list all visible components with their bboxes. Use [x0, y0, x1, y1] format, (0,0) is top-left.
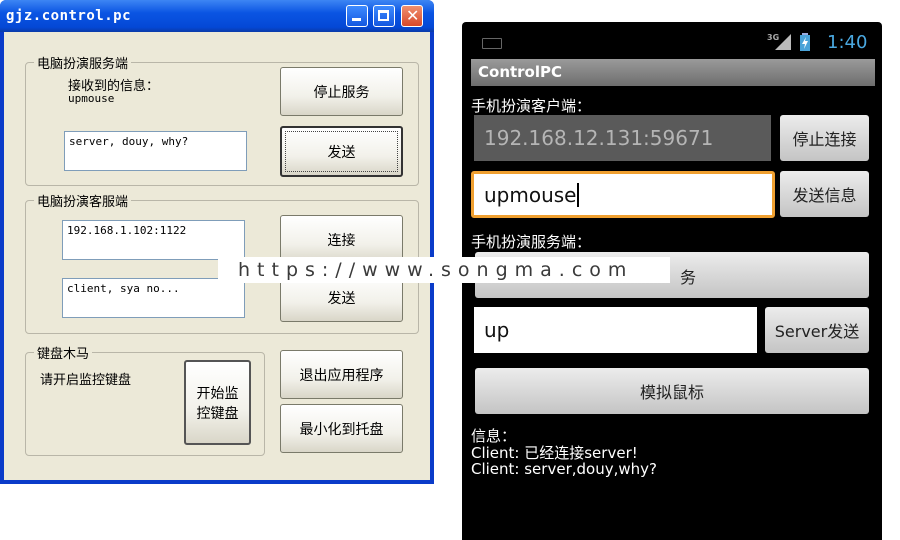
server-message-field[interactable]: up [474, 307, 757, 353]
client-section-label: 手机扮演客户端： [471, 97, 592, 115]
received-value: upmouse [68, 92, 115, 105]
status-bar: 3G 1:40 [462, 22, 882, 60]
signal-icon [775, 34, 791, 50]
clock: 1:40 [827, 32, 868, 53]
server-group-label: 电脑扮演服务端 [34, 53, 132, 72]
page-margin [882, 22, 900, 540]
client-group-label: 电脑扮演客服端 [34, 191, 132, 210]
minimize-icon [352, 18, 361, 21]
start-monitor-line2: 控键盘 [196, 405, 239, 422]
close-button[interactable]: ✕ [401, 5, 423, 27]
address-field[interactable]: 192.168.1.102:1122 [62, 220, 245, 260]
phone-address-field[interactable]: 192.168.12.131:59671 [474, 115, 771, 161]
server-section-label: 手机扮演服务端： [471, 233, 592, 251]
server-send-button[interactable]: 发送 [280, 126, 403, 177]
watermark: https://www.songma.com [218, 257, 670, 283]
keyboard-group-label: 键盘木马 [34, 343, 93, 362]
keyboard-hint: 请开启监控键盘 [40, 373, 132, 388]
app-title: ControlPC [478, 63, 563, 81]
window-client-area: 电脑扮演服务端 接收到的信息： upmouse server, douy, wh… [4, 32, 430, 480]
stop-service-button[interactable]: 停止服务 [280, 67, 403, 116]
stop-connect-button[interactable]: 停止连接 [780, 115, 869, 161]
service-button-label: 务 [680, 268, 697, 287]
keyboard-notification-icon [482, 38, 502, 49]
close-icon: ✕ [406, 6, 420, 25]
phone-message-value: upmouse [484, 182, 577, 207]
server-send-button[interactable]: Server发送 [765, 307, 869, 353]
start-monitor-line1: 开始监 [196, 385, 239, 402]
window-title: gjz.control.pc [6, 8, 132, 24]
simulate-mouse-button[interactable]: 模拟鼠标 [475, 368, 869, 414]
app-title-bar: ControlPC [471, 59, 875, 86]
start-keyboard-monitor-button[interactable]: 开始监 控键盘 [184, 360, 251, 445]
battery-icon [800, 33, 810, 51]
maximize-icon [378, 10, 389, 21]
server-message-field[interactable]: server, douy, why? [64, 131, 247, 171]
exit-app-button[interactable]: 退出应用程序 [280, 350, 403, 399]
pc-window: gjz.control.pc ✕ 电脑扮演服务端 接收到的信息： upmouse… [0, 0, 434, 484]
maximize-button[interactable] [373, 5, 395, 27]
info-line: Client: server,douy,why? [471, 460, 657, 478]
text-cursor [576, 182, 579, 207]
send-message-button[interactable]: 发送信息 [780, 171, 869, 217]
minimize-button[interactable] [346, 5, 368, 27]
phone-message-field[interactable]: upmouse [471, 171, 775, 218]
title-bar[interactable]: gjz.control.pc ✕ [0, 0, 434, 32]
client-message-field[interactable]: client, sya no... [62, 278, 245, 318]
minimize-to-tray-button[interactable]: 最小化到托盘 [280, 404, 403, 453]
watermark-text: https://www.songma.com [238, 259, 634, 281]
